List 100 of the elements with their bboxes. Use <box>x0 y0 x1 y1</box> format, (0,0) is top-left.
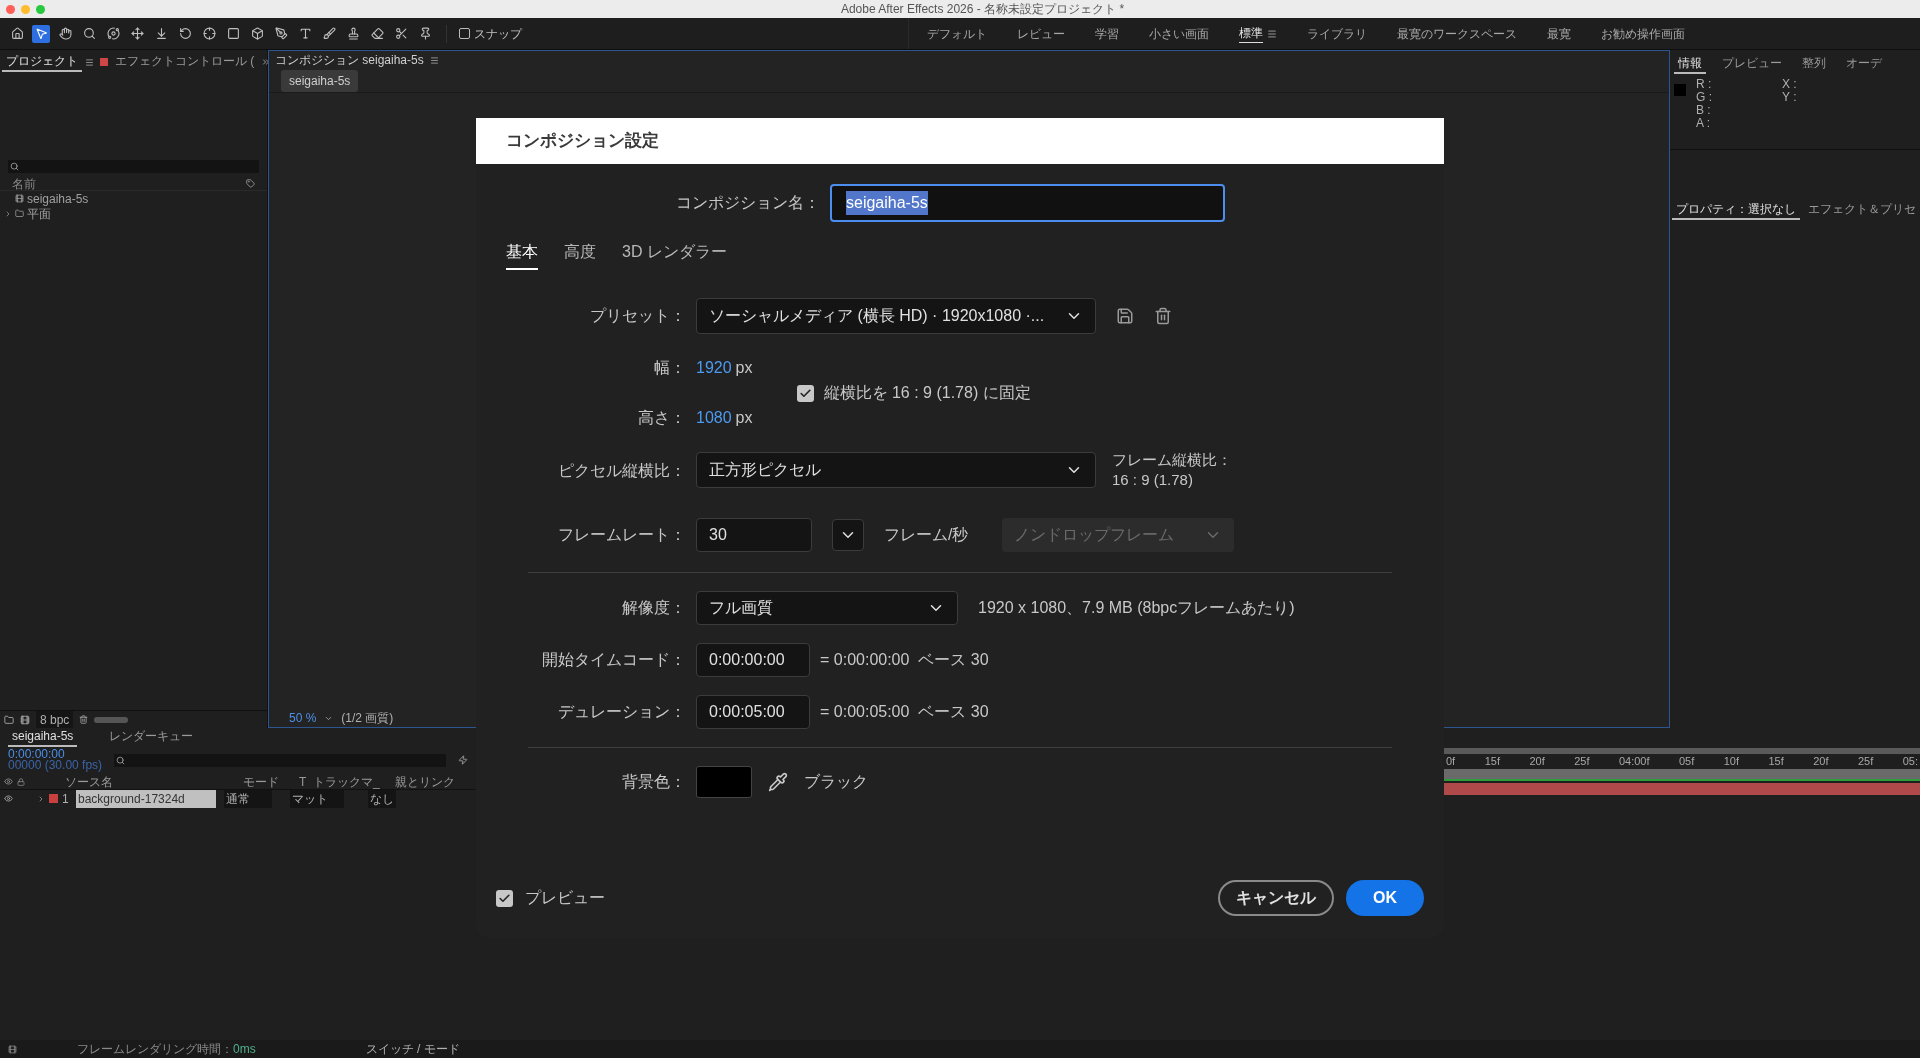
unit-label: px <box>735 408 753 428</box>
panel-tab[interactable]: プロジェクト <box>2 52 82 72</box>
time-ruler[interactable]: 0f 15f 20f 25f 04:00f 05f 10f 15f 20f 25f 05: <box>1444 754 1920 769</box>
ruler-label: 15f <box>1768 754 1784 770</box>
ruler-label: 05f <box>1678 754 1695 770</box>
lightning-icon[interactable] <box>458 755 468 765</box>
folder-icon[interactable] <box>4 714 14 725</box>
pointer-icon[interactable] <box>32 24 50 43</box>
unit-label: px <box>735 358 753 378</box>
checkbox[interactable] <box>496 889 513 907</box>
color-swatch[interactable] <box>696 766 752 798</box>
height-value[interactable]: 1080 <box>696 406 732 430</box>
quality-dropdown[interactable]: (1/2 画質) <box>341 709 394 727</box>
panel-tab[interactable]: seigaiha-5s <box>8 727 78 747</box>
trash-icon[interactable] <box>79 715 89 724</box>
label-color[interactable] <box>49 794 58 803</box>
start-timecode-field[interactable]: 0:00:00:00 <box>696 643 810 677</box>
workspace-tab[interactable]: レビュー <box>1017 24 1065 43</box>
workspace-tab[interactable]: デフォルト <box>927 24 987 43</box>
checkbox[interactable] <box>459 28 470 39</box>
save-icon[interactable] <box>1116 307 1134 325</box>
menu-icon[interactable] <box>1267 28 1277 39</box>
viewer-tab[interactable]: コンポジション seigaiha-5s <box>275 51 424 69</box>
panel-tab[interactable]: 整列 <box>1798 54 1830 74</box>
composition-icon[interactable] <box>20 714 30 725</box>
workspace-tab[interactable]: 小さい画面 <box>1149 24 1209 43</box>
checkbox-label: 縦横比を 16 : 9 (1.78) に固定 <box>823 383 1031 403</box>
width-value[interactable]: 1920 <box>696 356 732 380</box>
orbit-icon[interactable] <box>104 24 122 43</box>
workspace-tab[interactable]: 最寛 <box>1547 24 1571 43</box>
field-label: フレームレート： <box>557 525 686 545</box>
panel-tab[interactable]: プレビュー <box>1718 54 1786 74</box>
column-header[interactable]: ソース名 <box>65 772 243 791</box>
settings-tab[interactable]: 基本 <box>506 240 538 270</box>
move-icon[interactable] <box>128 24 146 43</box>
column-header[interactable]: 親とリンク <box>395 772 455 791</box>
frame-aspect-label: フレーム縦横比： <box>1112 450 1232 470</box>
workspace-tab[interactable]: お勧め操作画面 <box>1601 24 1685 43</box>
workspace-tab[interactable]: 最寛のワークスペース <box>1397 24 1517 43</box>
panel-tab[interactable]: エフェクト＆プリセ <box>1804 200 1920 220</box>
field-label: 解像度： <box>621 598 686 618</box>
ok-button[interactable]: OK <box>1346 880 1424 916</box>
column-header[interactable]: T <box>299 772 313 791</box>
switch-mode-toggle[interactable]: スイッチ / モード <box>365 1043 460 1055</box>
hand-icon[interactable] <box>56 24 74 43</box>
expand-icon[interactable] <box>37 794 45 803</box>
coordinate-label: X : <box>1782 78 1797 91</box>
search-field[interactable] <box>8 160 259 173</box>
duration-field[interactable]: 0:00:05:00 <box>696 695 810 729</box>
search-field[interactable] <box>114 753 446 767</box>
composition-icon[interactable] <box>8 1044 17 1054</box>
workspace-tab[interactable]: ライブラリ <box>1307 24 1367 43</box>
checkbox[interactable] <box>796 384 814 402</box>
workspace-tab[interactable]: 学習 <box>1095 24 1119 43</box>
close-button[interactable] <box>6 4 15 14</box>
color-label-icon <box>100 58 108 66</box>
channel-label: A : <box>1696 117 1711 130</box>
panel-tab[interactable]: 情報 <box>1674 54 1706 74</box>
current-time[interactable]: 0:00:00:00 <box>8 749 103 760</box>
frame-aspect-value: 16 : 9 (1.78) <box>1112 470 1194 490</box>
checkbox-label: プレビュー <box>525 888 605 908</box>
lock-icon[interactable] <box>17 777 25 786</box>
eye-icon[interactable] <box>4 777 13 786</box>
composition-icon <box>15 194 24 203</box>
field-label: 幅： <box>653 358 686 378</box>
panel-tab[interactable]: エフェクトコントロール ( <box>111 52 259 72</box>
project-item[interactable]: seigaiha-5s <box>0 191 267 206</box>
ruler-label: 15f <box>1484 754 1500 770</box>
name-field[interactable]: seigaiha-5s <box>830 184 1225 222</box>
field-label: デュレーション： <box>557 702 686 722</box>
workspace-tab[interactable]: 標準 <box>1239 24 1263 43</box>
frame-rate-field[interactable]: 30 <box>696 518 812 552</box>
settings-tab[interactable]: 3D レンダラー <box>622 240 727 270</box>
column-header[interactable]: トラックマ_ <box>313 772 395 791</box>
zoom-dropdown[interactable]: 50 % <box>289 709 317 727</box>
layer-number: 1 <box>62 790 70 808</box>
thumbnail-slider[interactable] <box>94 716 129 723</box>
breadcrumb[interactable]: seigaiha-5s <box>281 69 359 92</box>
tag-icon[interactable] <box>246 179 255 188</box>
preset-dropdown[interactable]: ソーシャルメディア (横長 HD) · 1920x1080 ·... <box>696 298 1096 334</box>
bit-depth-button[interactable]: 8 bpc <box>36 710 74 729</box>
ruler-label: 10f <box>1723 754 1739 770</box>
eyedropper-icon[interactable] <box>768 772 788 792</box>
column-header[interactable]: モード <box>243 772 299 791</box>
ruler-label: 20f <box>1529 754 1545 770</box>
panel-tab[interactable]: オーデ <box>1842 54 1886 74</box>
panel-tab[interactable]: プロパティ：選択なし <box>1672 200 1800 220</box>
panel-tab[interactable]: レンダーキュー <box>105 727 198 747</box>
project-item[interactable]: 平面 <box>0 206 267 221</box>
eye-icon[interactable] <box>4 794 13 803</box>
pixel-aspect-dropdown[interactable]: 正方形ピクセル <box>696 452 1096 488</box>
resolution-dropdown[interactable]: フル画質 <box>696 591 958 625</box>
column-header[interactable]: 名前 <box>12 174 36 193</box>
trash-icon[interactable] <box>1154 307 1172 325</box>
channel-label: G : <box>1696 91 1712 104</box>
settings-tab[interactable]: 高度 <box>564 240 596 270</box>
menu-icon[interactable] <box>85 57 94 67</box>
cancel-button[interactable]: キャンセル <box>1218 880 1334 916</box>
expand-icon[interactable] <box>4 209 12 218</box>
menu-icon[interactable] <box>429 55 439 65</box>
